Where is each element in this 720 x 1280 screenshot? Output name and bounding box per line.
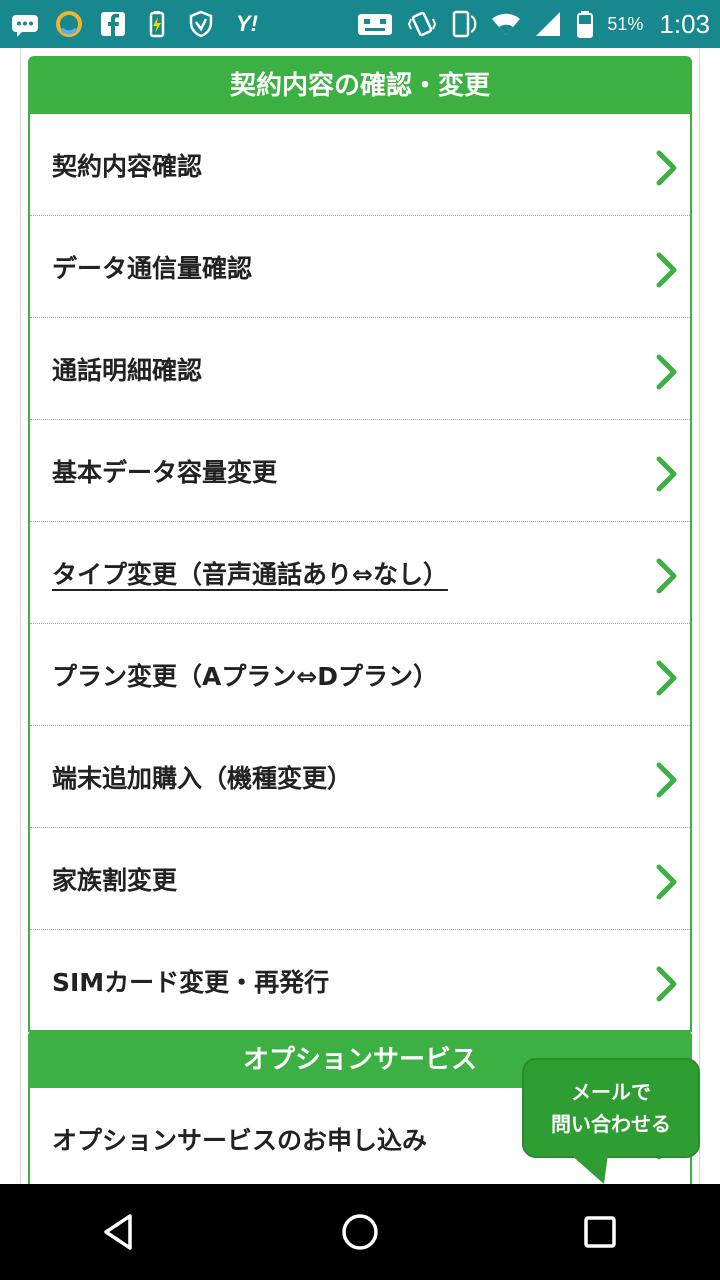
- navigation-bar: [0, 1184, 720, 1280]
- shield-icon: [186, 9, 216, 39]
- menu-row-label: 家族割変更: [52, 865, 178, 895]
- battery-icon: [575, 9, 595, 39]
- menu-row[interactable]: 端末追加購入（機種変更）: [30, 726, 690, 828]
- web-page[interactable]: 契約内容の確認・変更 契約内容確認データ通信量確認 通話明細確認基本データ容量変更…: [0, 48, 720, 1184]
- menu-row[interactable]: 基本データ容量変更: [30, 420, 690, 522]
- menu-row-label: データ通信量確認: [52, 253, 253, 283]
- battery-percent: 51%: [607, 13, 644, 34]
- yahoo-icon: Y!: [236, 11, 258, 36]
- menu-row-label: プラン変更（Aプラン⇔Dプラン）: [52, 661, 439, 691]
- menu-row-label: 端末追加購入（機種変更）: [52, 763, 353, 793]
- menu-row-label: タイプ変更（音声通話あり⇔なし）: [52, 559, 448, 589]
- menu-row-label: 通話明細確認: [52, 355, 203, 385]
- chevron-right-icon: [654, 965, 680, 1003]
- menu-row-label: オプションサービスのお申し込み: [52, 1126, 428, 1155]
- speech-bubble-tail-icon: [570, 1154, 608, 1184]
- chevron-right-icon: [654, 557, 680, 595]
- mail-inquiry-button[interactable]: メールで 問い合わせる: [522, 1058, 700, 1158]
- mail-inquiry-line2: 問い合わせる: [551, 1112, 671, 1136]
- menu-row[interactable]: 契約内容確認: [30, 114, 690, 216]
- chevron-right-icon: [654, 455, 680, 493]
- mail-inquiry-line1: メールで: [571, 1080, 651, 1104]
- chevron-right-icon: [654, 863, 680, 901]
- status-bar: Y! 51% 1:03: [0, 0, 720, 48]
- ring-icon: [54, 9, 84, 39]
- facebook-icon: [98, 9, 128, 39]
- chevron-right-icon: [654, 251, 680, 289]
- menu-row[interactable]: 家族割変更: [30, 828, 690, 930]
- screen: Y! 51% 1:03 契約内容の確認・変更 契約内容確認 データ通信量確認 通…: [0, 0, 720, 1280]
- menu-row[interactable]: 通話明細確認: [30, 318, 690, 420]
- battery-saver-icon: [142, 9, 172, 39]
- chevron-right-icon: [654, 659, 680, 697]
- clock: 1:03: [659, 8, 710, 39]
- home-button[interactable]: [325, 1197, 395, 1267]
- back-triangle-icon: [104, 1214, 132, 1250]
- contract-section-header: 契約内容の確認・変更: [30, 58, 690, 114]
- mail-robot-icon: [355, 9, 395, 39]
- contract-panel: 契約内容の確認・変更 契約内容確認データ通信量確認 通話明細確認基本データ容量変更…: [28, 56, 692, 1032]
- home-circle-icon: [342, 1214, 378, 1250]
- recents-square-icon: [584, 1216, 616, 1248]
- menu-row-label: 契約内容確認: [52, 151, 203, 181]
- vibrate-icon: [407, 9, 437, 39]
- menu-row[interactable]: SIMカード変更・再発行: [30, 930, 690, 1032]
- contract-menu-list: 契約内容確認データ通信量確認 通話明細確認基本データ容量変更タイプ変更（音声通話あ…: [30, 114, 690, 1032]
- chevron-right-icon: [654, 761, 680, 799]
- menu-row[interactable]: データ通信量確認: [30, 216, 690, 318]
- chevron-right-icon: [654, 353, 680, 391]
- recents-button[interactable]: [565, 1197, 635, 1267]
- menu-row-label: SIMカード変更・再発行: [52, 968, 330, 997]
- menu-row[interactable]: プラン変更（Aプラン⇔Dプラン）: [30, 624, 690, 726]
- rotate-icon: [449, 9, 479, 39]
- chat-icon: [10, 9, 40, 39]
- wifi-icon: [491, 9, 521, 39]
- signal-icon: [533, 9, 563, 39]
- chevron-right-icon: [654, 149, 680, 187]
- back-button[interactable]: [85, 1197, 155, 1267]
- menu-row-label: 基本データ容量変更: [52, 457, 278, 487]
- menu-row[interactable]: タイプ変更（音声通話あり⇔なし）: [30, 522, 690, 624]
